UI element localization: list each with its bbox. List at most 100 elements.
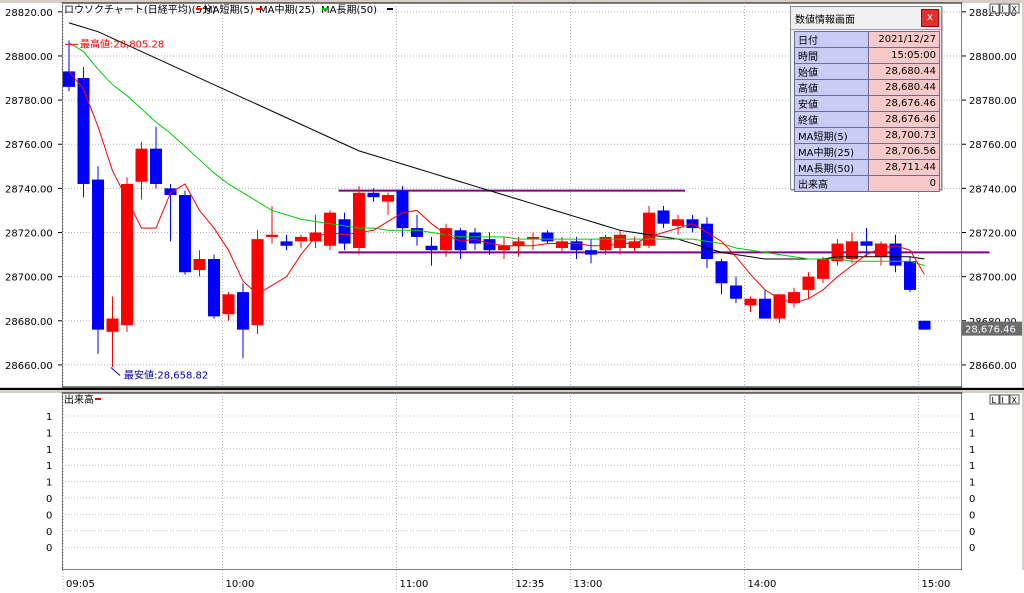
- candle-body: [918, 320, 931, 330]
- info-label: 出来高: [794, 175, 869, 192]
- info-row: 時間 15:05:00: [794, 47, 940, 64]
- candle-body: [614, 234, 626, 248]
- time-label: 13:00: [574, 579, 603, 590]
- candle-body: [773, 294, 786, 319]
- right-volume-tick: 1: [969, 428, 975, 439]
- candle-body: [266, 234, 278, 237]
- right-price-tick: 28800.00: [969, 52, 1017, 63]
- left-volume-tick: 0: [46, 543, 52, 554]
- legend-ma_mid: MA中期(25): [259, 3, 315, 16]
- left-price-tick: 28680.00: [5, 317, 53, 328]
- candle-body: [570, 241, 583, 251]
- info-value: 2021/12/27: [868, 31, 940, 48]
- info-row: 始値 28,680.44: [794, 63, 940, 80]
- info-row: MA長期(50) 28,711.44: [794, 159, 940, 176]
- info-label: 終値: [794, 111, 869, 128]
- time-label: 15:00: [922, 579, 951, 590]
- price-panel-control-x-label: X: [1012, 5, 1018, 14]
- info-row: 日付 2021/12/27: [794, 31, 940, 48]
- info-label: MA長期(50): [794, 159, 869, 176]
- info-row: 出来高 0: [794, 175, 940, 192]
- right-volume-tick: 1: [969, 445, 975, 456]
- time-label: 09:05: [66, 579, 95, 590]
- info-label: 安値: [794, 95, 869, 112]
- candle-body: [759, 298, 771, 319]
- info-table: 日付 2021/12/27 時間 15:05:00 始値 28,680.44 高値 28,68…: [794, 31, 940, 192]
- candle-body: [222, 294, 235, 315]
- left-volume-tick: 0: [46, 510, 52, 521]
- candle-body: [338, 219, 351, 244]
- right-volume-tick: 1: [969, 478, 975, 489]
- left-volume-tick: 1: [46, 428, 52, 439]
- info-row: MA中期(25) 28,706.56: [794, 143, 940, 160]
- left-vol-axis-bg: [0, 393, 62, 570]
- candle-body: [135, 148, 148, 182]
- right-volume-tick: 0: [969, 494, 975, 505]
- candle-body: [744, 298, 757, 306]
- candle-body: [106, 318, 119, 332]
- candle-body: [585, 250, 597, 255]
- info-panel[interactable]: 数値情報画面 x 日付 2021/12/27 時間 15:05:00 始値 28,680.…: [790, 6, 942, 192]
- left-price-tick: 28720.00: [5, 229, 53, 240]
- candle-body: [150, 148, 162, 184]
- candle-body: [730, 285, 742, 299]
- candle-body: [802, 276, 815, 290]
- right-price-tick: 28720.00: [969, 229, 1017, 240]
- close-button[interactable]: x: [921, 9, 939, 27]
- legend-ma_long: MA長期(50): [321, 4, 377, 16]
- candle-body: [77, 78, 90, 184]
- candle-body: [251, 239, 264, 326]
- candle-body: [672, 219, 684, 226]
- left-price-tick: 28780.00: [5, 96, 53, 107]
- candle-body: [425, 245, 438, 251]
- time-label: 11:00: [400, 579, 429, 590]
- info-row: 安値 28,676.46: [794, 95, 940, 112]
- info-value: 0: [868, 175, 940, 192]
- right-price-tick: 28740.00: [969, 184, 1017, 195]
- left-price-tick: 28660.00: [5, 361, 53, 372]
- volume-panel-control-i-label: I: [1002, 396, 1004, 405]
- current-price-label: 28,676.46: [965, 325, 1016, 336]
- legend-ma_short: MA短期(5): [204, 3, 254, 16]
- right-volume-tick: 0: [969, 510, 975, 521]
- candle-body: [382, 195, 394, 202]
- info-row: MA短期(5) 28,700.73: [794, 127, 940, 144]
- info-label: 時間: [794, 47, 869, 64]
- volume-panel-control-x-label: X: [1012, 396, 1018, 405]
- candle-body: [179, 195, 191, 273]
- info-label: MA短期(5): [794, 127, 869, 144]
- chart-window: { "chart_title": "ロウソクチャート(日経平均)(5分)", "…: [0, 0, 1024, 593]
- right-price-tick: 28660.00: [969, 361, 1017, 372]
- left-volume-tick: 1: [46, 478, 52, 489]
- candle-body: [411, 228, 423, 237]
- candle-body: [193, 259, 206, 271]
- candle-body: [715, 261, 728, 284]
- right-volume-tick: 1: [969, 461, 975, 472]
- left-price-tick: 28700.00: [5, 273, 53, 284]
- right-volume-tick: 0: [969, 527, 975, 538]
- time-label: 10:00: [226, 579, 255, 590]
- info-label: MA中期(25): [794, 143, 869, 160]
- candle-body: [904, 261, 916, 290]
- info-label: 始値: [794, 63, 869, 80]
- candle-body: [643, 212, 655, 246]
- info-label: 高値: [794, 79, 869, 96]
- info-value: 28,700.73: [868, 127, 940, 144]
- low-annotation: 最安値:28,658.82: [124, 369, 208, 382]
- candle-body: [817, 259, 829, 279]
- left-volume-tick: 1: [46, 445, 52, 456]
- info-value: 15:05:00: [868, 47, 940, 64]
- info-panel-titlebar[interactable]: 数値情報画面 x: [791, 7, 941, 30]
- candle-body: [469, 232, 481, 244]
- candle-body: [396, 190, 409, 229]
- volume-panel-control-l-label: L: [992, 396, 997, 405]
- info-panel-title: 数値情報画面: [795, 15, 855, 26]
- volume-title: 出来高: [64, 393, 94, 406]
- candle-body: [208, 259, 220, 317]
- candle-body: [512, 241, 525, 246]
- info-value: 28,680.44: [868, 63, 940, 80]
- candle-body: [92, 179, 104, 330]
- candle-body: [541, 232, 554, 242]
- candle-body: [121, 183, 133, 326]
- info-value: 28,680.44: [868, 79, 940, 96]
